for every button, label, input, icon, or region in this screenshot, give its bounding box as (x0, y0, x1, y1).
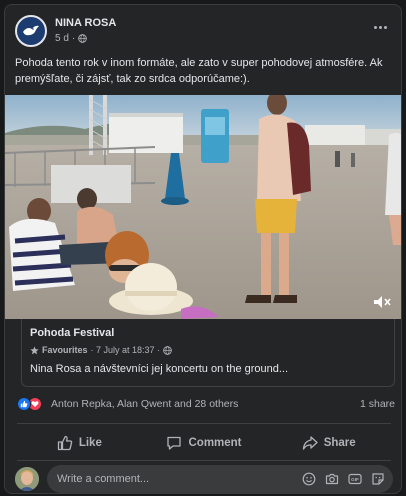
like-button[interactable]: Like (17, 429, 142, 457)
like-label: Like (78, 437, 102, 449)
mute-icon[interactable] (373, 295, 391, 309)
link-meta: Favourites · 7 July at 18:37 · (30, 345, 172, 355)
post-meta: 5 d · (55, 33, 88, 44)
dot-icon (383, 25, 387, 29)
action-bar: Like Comment Share (17, 429, 391, 457)
comment-label: Comment (188, 437, 242, 449)
favourites-label[interactable]: Favourites (42, 345, 88, 355)
share-label: Share (323, 437, 356, 449)
thumbs-up-icon (57, 435, 73, 451)
emoji-icon[interactable] (302, 472, 316, 486)
post-header: NINA ROSA 5 d · (5, 5, 401, 53)
comment-composer: GIF (15, 465, 395, 493)
share-count[interactable]: 1 share (360, 398, 395, 410)
video-frame (5, 95, 401, 319)
reaction-icons[interactable] (17, 397, 47, 411)
user-avatar[interactable] (15, 467, 39, 491)
comment-button[interactable]: Comment (142, 429, 267, 457)
comment-tools: GIF (302, 472, 385, 486)
dove-logo-icon (23, 25, 39, 36)
share-arrow-icon (302, 436, 318, 450)
link-title[interactable]: Pohoda Festival (30, 327, 114, 339)
globe-icon (78, 34, 88, 43)
reactions-bar: Anton Repka, Alan Qwent and 28 others 1 … (17, 395, 395, 413)
post-time[interactable]: 5 d (55, 33, 69, 44)
gif-icon[interactable]: GIF (348, 472, 362, 486)
page-name[interactable]: NINA ROSA (55, 17, 116, 29)
reaction-names[interactable]: Anton Repka, Alan Qwent and 28 others (51, 398, 238, 410)
post-card: NINA ROSA 5 d · Pohoda tento rok v inom … (4, 4, 402, 494)
more-options-button[interactable] (369, 19, 391, 35)
video-player[interactable] (5, 95, 401, 319)
sticker-icon[interactable] (371, 472, 385, 486)
dot-icon (373, 25, 377, 29)
divider-top (17, 423, 391, 424)
page-avatar[interactable] (15, 15, 47, 47)
share-button[interactable]: Share (266, 429, 391, 457)
link-date: · 7 July at 18:37 · (90, 345, 161, 355)
dot-icon (378, 25, 382, 29)
camera-icon[interactable] (325, 472, 339, 486)
star-icon (30, 345, 39, 354)
link-description: Nina Rosa a návštevníci jej koncertu on … (30, 363, 289, 375)
svg-text:GIF: GIF (351, 477, 359, 482)
like-icon (17, 397, 31, 411)
post-caption: Pohoda tento rok v inom formáte, ale zat… (15, 57, 383, 85)
shared-link-preview[interactable]: Pohoda Festival Favourites · 7 July at 1… (21, 319, 395, 387)
comment-icon (167, 436, 182, 450)
divider-bottom (17, 460, 391, 461)
globe-icon (163, 345, 172, 355)
